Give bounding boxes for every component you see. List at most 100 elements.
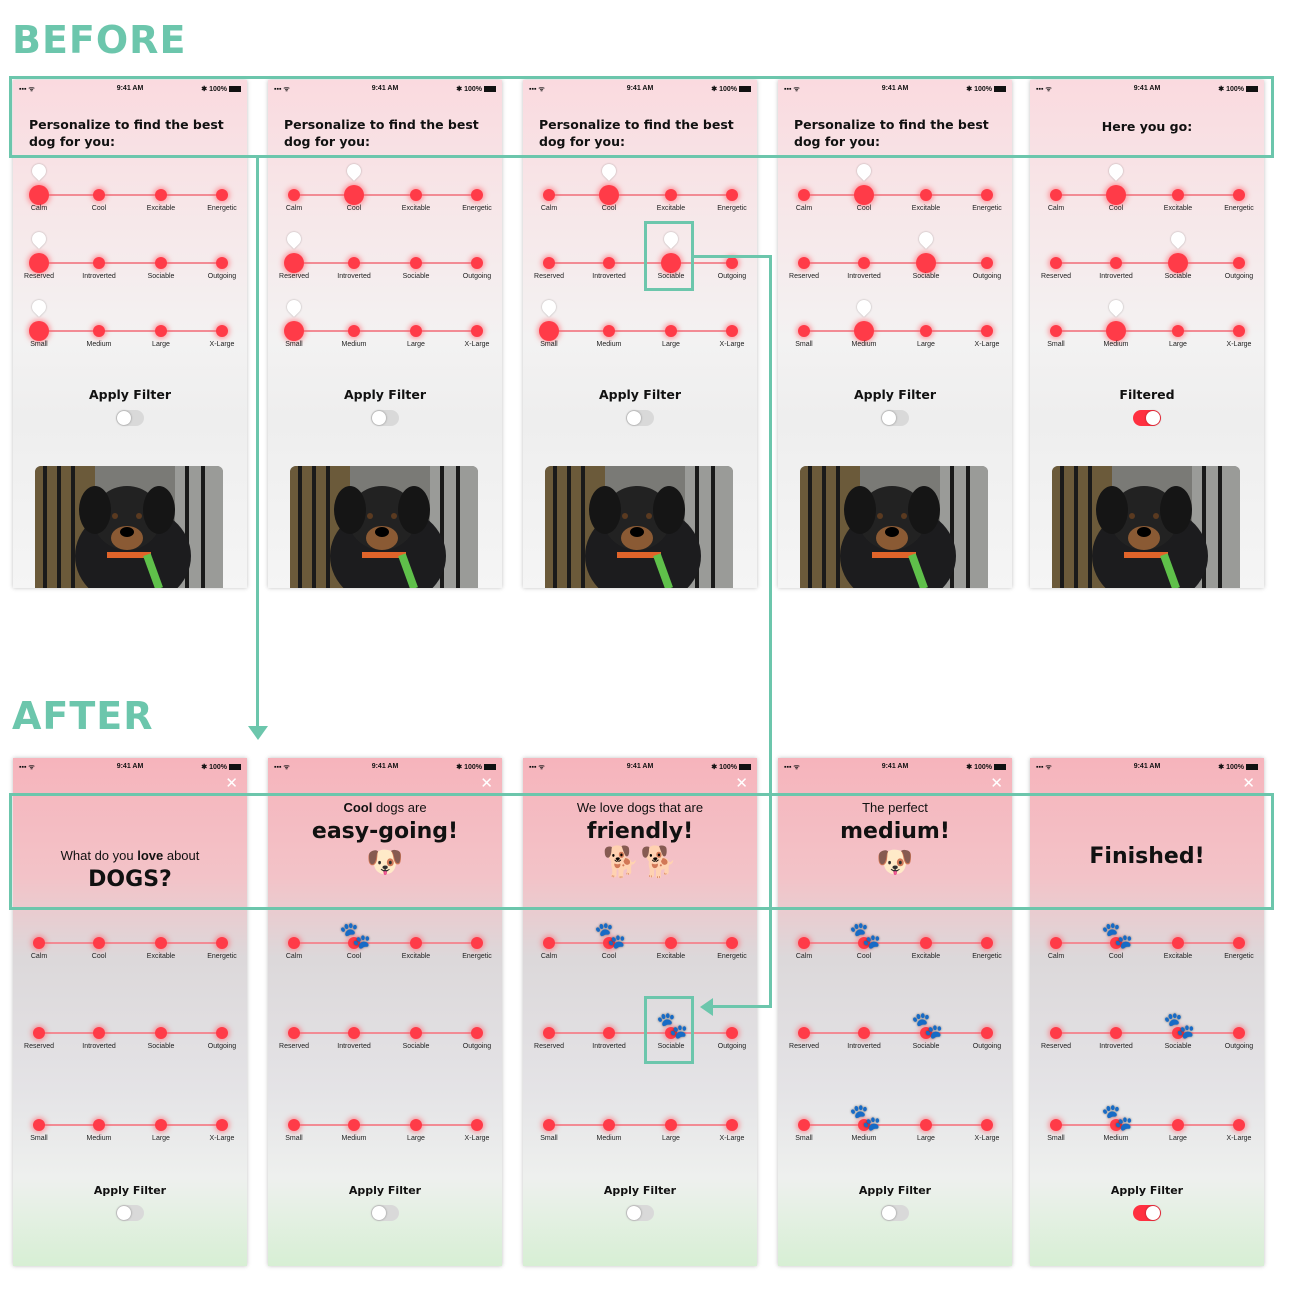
slider-stop[interactable] [539,321,559,341]
slider-stop[interactable] [155,257,167,269]
slider-stop[interactable] [603,1027,615,1039]
slider-stop[interactable] [665,1119,677,1131]
slider-stop[interactable] [543,1027,555,1039]
slider-stop[interactable] [543,1119,555,1131]
slider-thumb-pin[interactable] [916,229,936,249]
slider-thumb-pin[interactable] [854,161,874,181]
slider-stop[interactable] [920,937,932,949]
slider-stop[interactable] [288,189,300,201]
slider-calm-group[interactable]: Calm Cool Excitable Energetic [286,161,492,222]
apply-filter-toggle[interactable] [116,1205,144,1221]
slider-stop[interactable] [798,937,810,949]
slider-stop[interactable] [33,1119,45,1131]
slider-stop[interactable] [920,325,932,337]
slider-stop[interactable] [471,1119,483,1131]
slider-stop[interactable] [854,321,874,341]
slider-thumb-pin[interactable] [599,161,619,181]
slider-small-group[interactable]: Small Medium 🐾 Large X-Large [1047,1102,1251,1152]
slider-stop[interactable] [1233,325,1245,337]
slider-stop[interactable] [726,257,738,269]
slider-stop[interactable] [603,325,615,337]
slider-stop[interactable] [981,325,993,337]
slider-stop[interactable] [471,325,483,337]
slider-stop[interactable] [603,1119,615,1131]
slider-reserved-group[interactable]: Reserved Introverted Sociable Outgoing [1041,229,1253,290]
slider-stop[interactable] [155,325,167,337]
apply-filter-toggle[interactable] [881,410,909,426]
slider-stop[interactable] [920,1119,932,1131]
slider-small-group[interactable]: Small Medium Large X-Large [30,1112,234,1152]
slider-stop[interactable] [858,1027,870,1039]
slider-stop[interactable] [29,321,49,341]
slider-stop[interactable] [410,257,422,269]
paw-thumb-icon[interactable]: 🐾 [849,1102,881,1132]
slider-small-group[interactable]: Small Medium Large X-Large [539,297,744,358]
paw-thumb-icon[interactable]: 🐾 [911,1010,943,1040]
apply-filter-toggle[interactable] [371,410,399,426]
slider-stop[interactable] [543,189,555,201]
slider-stop[interactable] [1172,937,1184,949]
slider-stop[interactable] [410,325,422,337]
slider-reserved-group[interactable]: Reserved Introverted Sociable Outgoing [789,229,1001,290]
slider-stop[interactable] [1233,189,1245,201]
paw-thumb-icon[interactable]: 🐾 [1101,1102,1133,1132]
slider-thumb-pin[interactable] [29,161,49,181]
apply-filter-toggle[interactable] [116,410,144,426]
slider-stop[interactable] [1050,1119,1062,1131]
slider-stop[interactable] [1050,1027,1062,1039]
slider-reserved-group[interactable]: Reserved Introverted Sociable Outgoing [279,1020,491,1060]
slider-stop[interactable] [981,257,993,269]
paw-thumb-icon[interactable]: 🐾 [594,920,626,950]
slider-stop[interactable] [543,937,555,949]
slider-thumb-pin[interactable] [29,297,49,317]
paw-thumb-icon[interactable]: 🐾 [339,920,371,950]
slider-stop[interactable] [93,257,105,269]
slider-stop[interactable] [288,1119,300,1131]
slider-calm-group[interactable]: Calm Cool Excitable Energetic [541,161,747,222]
slider-stop[interactable] [1168,253,1188,273]
close-icon[interactable]: ✕ [990,774,1003,792]
slider-stop[interactable] [1172,1119,1184,1131]
slider-stop[interactable] [216,937,228,949]
slider-stop[interactable] [288,937,300,949]
slider-stop[interactable] [1233,1027,1245,1039]
slider-thumb-pin[interactable] [1168,229,1188,249]
slider-small-group[interactable]: Small Medium Large X-Large [1047,297,1251,358]
slider-reserved-group[interactable]: Reserved Introverted Sociable Outgoing [24,229,236,290]
close-icon[interactable]: ✕ [735,774,748,792]
slider-calm-group[interactable]: Calm Cool 🐾 Excitable Energetic [1048,920,1254,970]
slider-reserved-group[interactable]: Reserved Introverted Sociable 🐾 Outgoing [789,1010,1001,1060]
apply-filter-toggle[interactable] [371,1205,399,1221]
slider-calm-group[interactable]: Calm Cool Excitable Energetic [1048,161,1254,222]
slider-stop[interactable] [410,1027,422,1039]
slider-stop[interactable] [1233,1119,1245,1131]
slider-stop[interactable] [216,325,228,337]
slider-calm-group[interactable]: Calm Cool Excitable Energetic [31,930,237,970]
slider-stop[interactable] [29,253,49,273]
paw-thumb-icon[interactable]: 🐾 [1101,920,1133,950]
slider-small-group[interactable]: Small Medium Large X-Large [29,297,234,358]
slider-stop[interactable] [348,1027,360,1039]
slider-stop[interactable] [854,185,874,205]
slider-small-group[interactable]: Small Medium Large X-Large [540,1112,744,1152]
slider-calm-group[interactable]: Calm Cool Excitable Energetic [796,161,1002,222]
slider-stop[interactable] [93,937,105,949]
slider-stop[interactable] [543,257,555,269]
slider-stop[interactable] [471,937,483,949]
slider-calm-group[interactable]: Calm Cool 🐾 Excitable Energetic [541,920,747,970]
slider-stop[interactable] [33,937,45,949]
slider-stop[interactable] [665,937,677,949]
slider-small-group[interactable]: Small Medium 🐾 Large X-Large [795,1102,999,1152]
slider-stop[interactable] [798,1119,810,1131]
slider-stop[interactable] [981,189,993,201]
slider-stop[interactable] [1106,321,1126,341]
slider-calm-group[interactable]: Calm Cool 🐾 Excitable Energetic [796,920,1002,970]
slider-stop[interactable] [348,325,360,337]
slider-stop[interactable] [916,253,936,273]
slider-stop[interactable] [798,1027,810,1039]
slider-stop[interactable] [410,937,422,949]
close-icon[interactable]: ✕ [480,774,493,792]
slider-stop[interactable] [798,325,810,337]
close-icon[interactable]: ✕ [225,774,238,792]
slider-stop[interactable] [348,1119,360,1131]
